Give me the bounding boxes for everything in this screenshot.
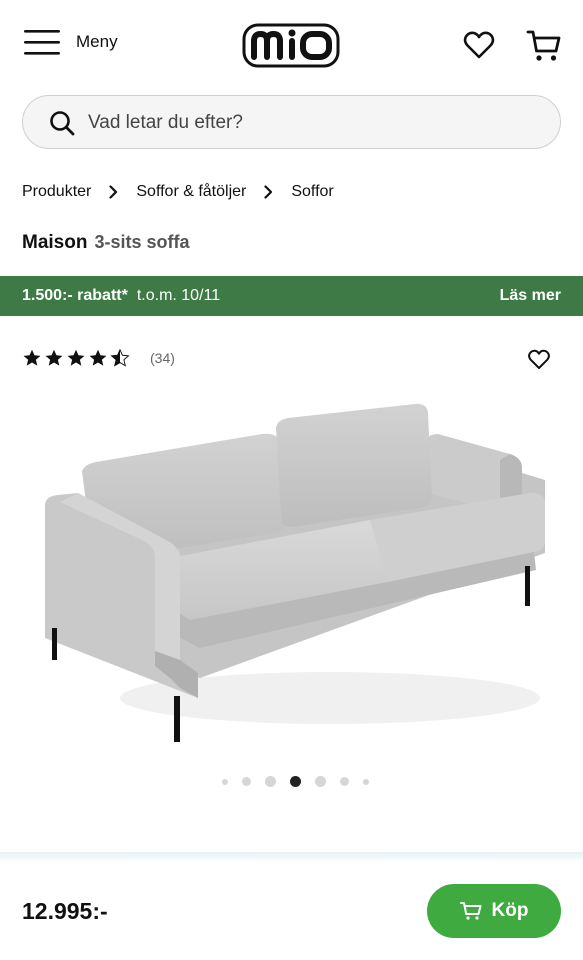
search-icon [50, 111, 75, 136]
gallery-dot[interactable] [315, 776, 326, 787]
search-input[interactable] [88, 106, 528, 140]
product-image-sofa[interactable] [30, 398, 555, 758]
product-price: 12.995:- [22, 898, 108, 924]
chevron-right-icon [109, 185, 118, 199]
wishlist-heart-icon[interactable] [462, 28, 496, 62]
promo-banner: 1.500:- rabatt* t.o.m. 10/11 Läs mer [0, 276, 583, 316]
rating-stars [22, 349, 132, 367]
mio-logo[interactable] [242, 23, 340, 68]
hamburger-icon [24, 30, 60, 55]
read-more-link[interactable]: Läs mer [500, 287, 561, 305]
cart-icon[interactable] [526, 28, 562, 64]
rating[interactable]: (34) [22, 349, 175, 367]
buy-button-label: Köp [491, 900, 529, 921]
gallery-dot[interactable] [340, 777, 349, 786]
gallery-dot[interactable] [363, 778, 369, 785]
gallery-dot[interactable] [222, 778, 228, 785]
breadcrumb: Produkter Soffor & fåtöljer Soffor [22, 183, 334, 201]
product-model: 3-sits soffa [94, 232, 190, 252]
gallery-dot[interactable] [242, 777, 251, 786]
product-brand: Maison [22, 232, 88, 253]
gallery-dot[interactable] [265, 776, 276, 787]
gallery-dot-active[interactable] [290, 776, 301, 787]
breadcrumb-item-products[interactable]: Produkter [22, 183, 91, 201]
cart-icon [459, 902, 482, 920]
star-full-icon [23, 349, 41, 366]
chevron-right-icon [264, 185, 273, 199]
gallery-pagination [222, 776, 383, 787]
breadcrumb-item-sofas[interactable]: Soffor [291, 183, 333, 201]
product-title: Maison 3-sits soffa [22, 232, 189, 254]
menu-label: Meny [76, 32, 118, 51]
site-header: Meny [0, 0, 583, 92]
promo-period: t.o.m. 10/11 [136, 287, 221, 304]
star-full-icon [45, 349, 63, 366]
star-half-icon [110, 349, 130, 367]
breadcrumb-item-sofas-armchairs[interactable]: Soffor & fåtöljer [136, 183, 246, 201]
bottom-bar-shadow [0, 852, 583, 862]
buy-button[interactable]: Köp [427, 884, 561, 938]
review-count[interactable]: (34) [150, 350, 175, 366]
favorite-heart-icon[interactable] [527, 347, 551, 371]
menu-button[interactable]: Meny [24, 28, 118, 56]
search-bar[interactable] [22, 95, 561, 149]
star-full-icon [67, 349, 85, 366]
promo-amount: 1.500:- rabatt* [22, 287, 128, 304]
star-full-icon [89, 349, 107, 366]
